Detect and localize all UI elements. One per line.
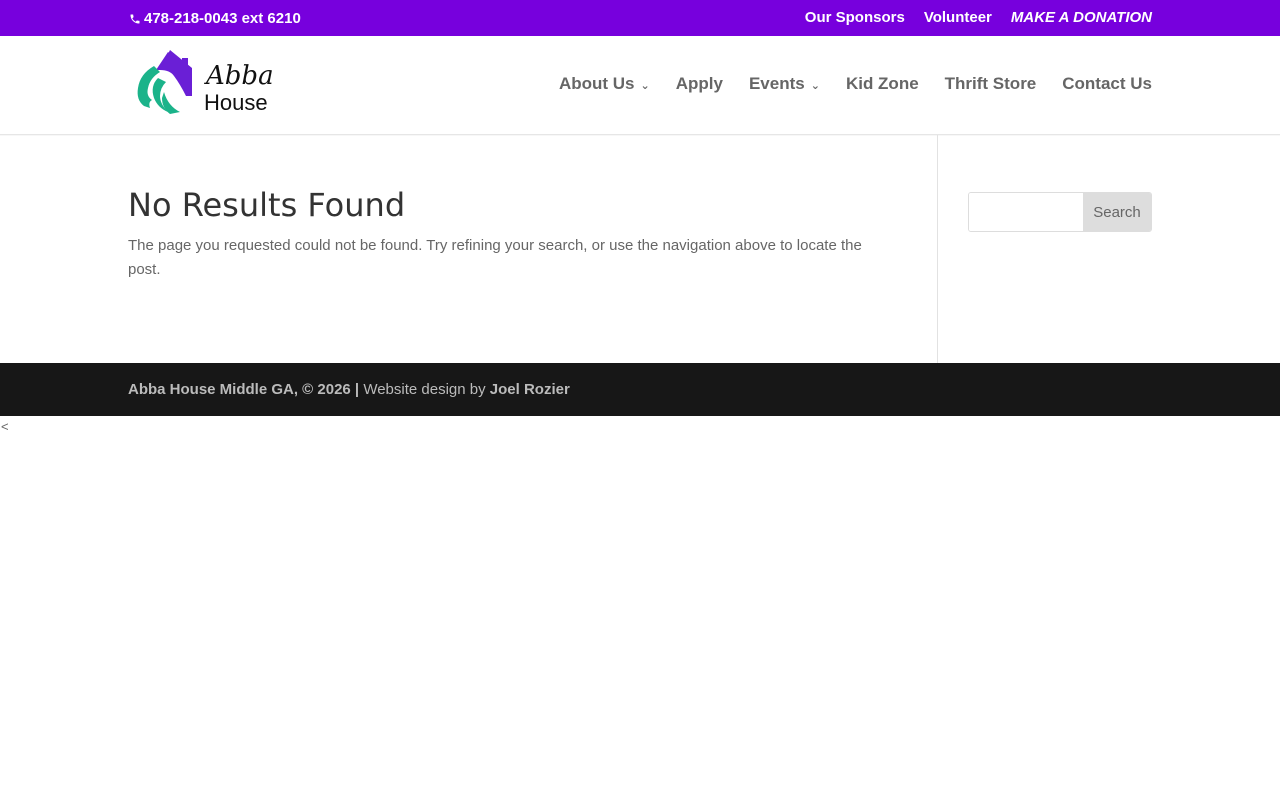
nav-about-us-label: About Us (558, 74, 635, 93)
nav-apply[interactable]: Apply (676, 74, 723, 94)
designer-link[interactable]: Joel Rozier (490, 381, 570, 398)
site-header: Abba House About Us ⌄ Apply Events ⌄ Kid… (0, 36, 1280, 135)
search-input[interactable] (969, 193, 1083, 231)
nav-thrift-store-label: Thrift Store (944, 74, 1037, 93)
nav-thrift-store[interactable]: Thrift Store (945, 74, 1037, 94)
sidebar-search-form: Search (968, 192, 1152, 232)
nav-apply-label: Apply (675, 74, 723, 93)
phone-icon (130, 14, 140, 23)
page-title: No Results Found (128, 186, 406, 224)
stray-character: < (1, 419, 9, 434)
search-button[interactable]: Search (1083, 193, 1151, 231)
top-links: Our Sponsors Volunteer MAKE A DONATION (805, 9, 1152, 26)
nav-kid-zone[interactable]: Kid Zone (846, 74, 919, 94)
chevron-down-icon: ⌄ (810, 79, 820, 92)
nav-about-us[interactable]: About Us ⌄ (559, 74, 650, 94)
nav-contact-us-label: Contact Us (1062, 74, 1152, 93)
abba-house-logo[interactable]: Abba House (134, 48, 274, 124)
phone-number: 478-218-0043 ext 6210 (144, 10, 301, 27)
phone-link[interactable]: 478-218-0043 ext 6210 (129, 10, 301, 27)
chevron-down-icon: ⌄ (640, 79, 650, 92)
main-content: No Results Found The page you requested … (128, 186, 888, 282)
nav-events[interactable]: Events ⌄ (749, 74, 820, 94)
sponsors-link[interactable]: Our Sponsors (805, 9, 905, 26)
nav-contact-us[interactable]: Contact Us (1062, 74, 1152, 94)
logo-text-abba: Abba (204, 61, 274, 91)
footer-org: Abba House Middle GA, © 2026 | (128, 381, 360, 398)
donate-link[interactable]: MAKE A DONATION (1011, 9, 1152, 26)
top-bar: 478-218-0043 ext 6210 Our Sponsors Volun… (0, 0, 1280, 36)
sidebar-divider (937, 135, 938, 363)
site-footer: Abba House Middle GA, © 2026 | Website d… (0, 363, 1280, 416)
nav-events-label: Events (748, 74, 805, 93)
nav-kid-zone-label: Kid Zone (845, 74, 919, 93)
footer-credits: Abba House Middle GA, © 2026 | Website d… (128, 381, 570, 398)
main-nav: About Us ⌄ Apply Events ⌄ Kid Zone Thrif… (559, 74, 1152, 94)
logo-text-house: House (204, 90, 268, 115)
not-found-message: The page you requested could not be foun… (128, 237, 862, 278)
volunteer-link[interactable]: Volunteer (924, 9, 992, 26)
footer-design-prefix: Website design by (363, 381, 486, 398)
